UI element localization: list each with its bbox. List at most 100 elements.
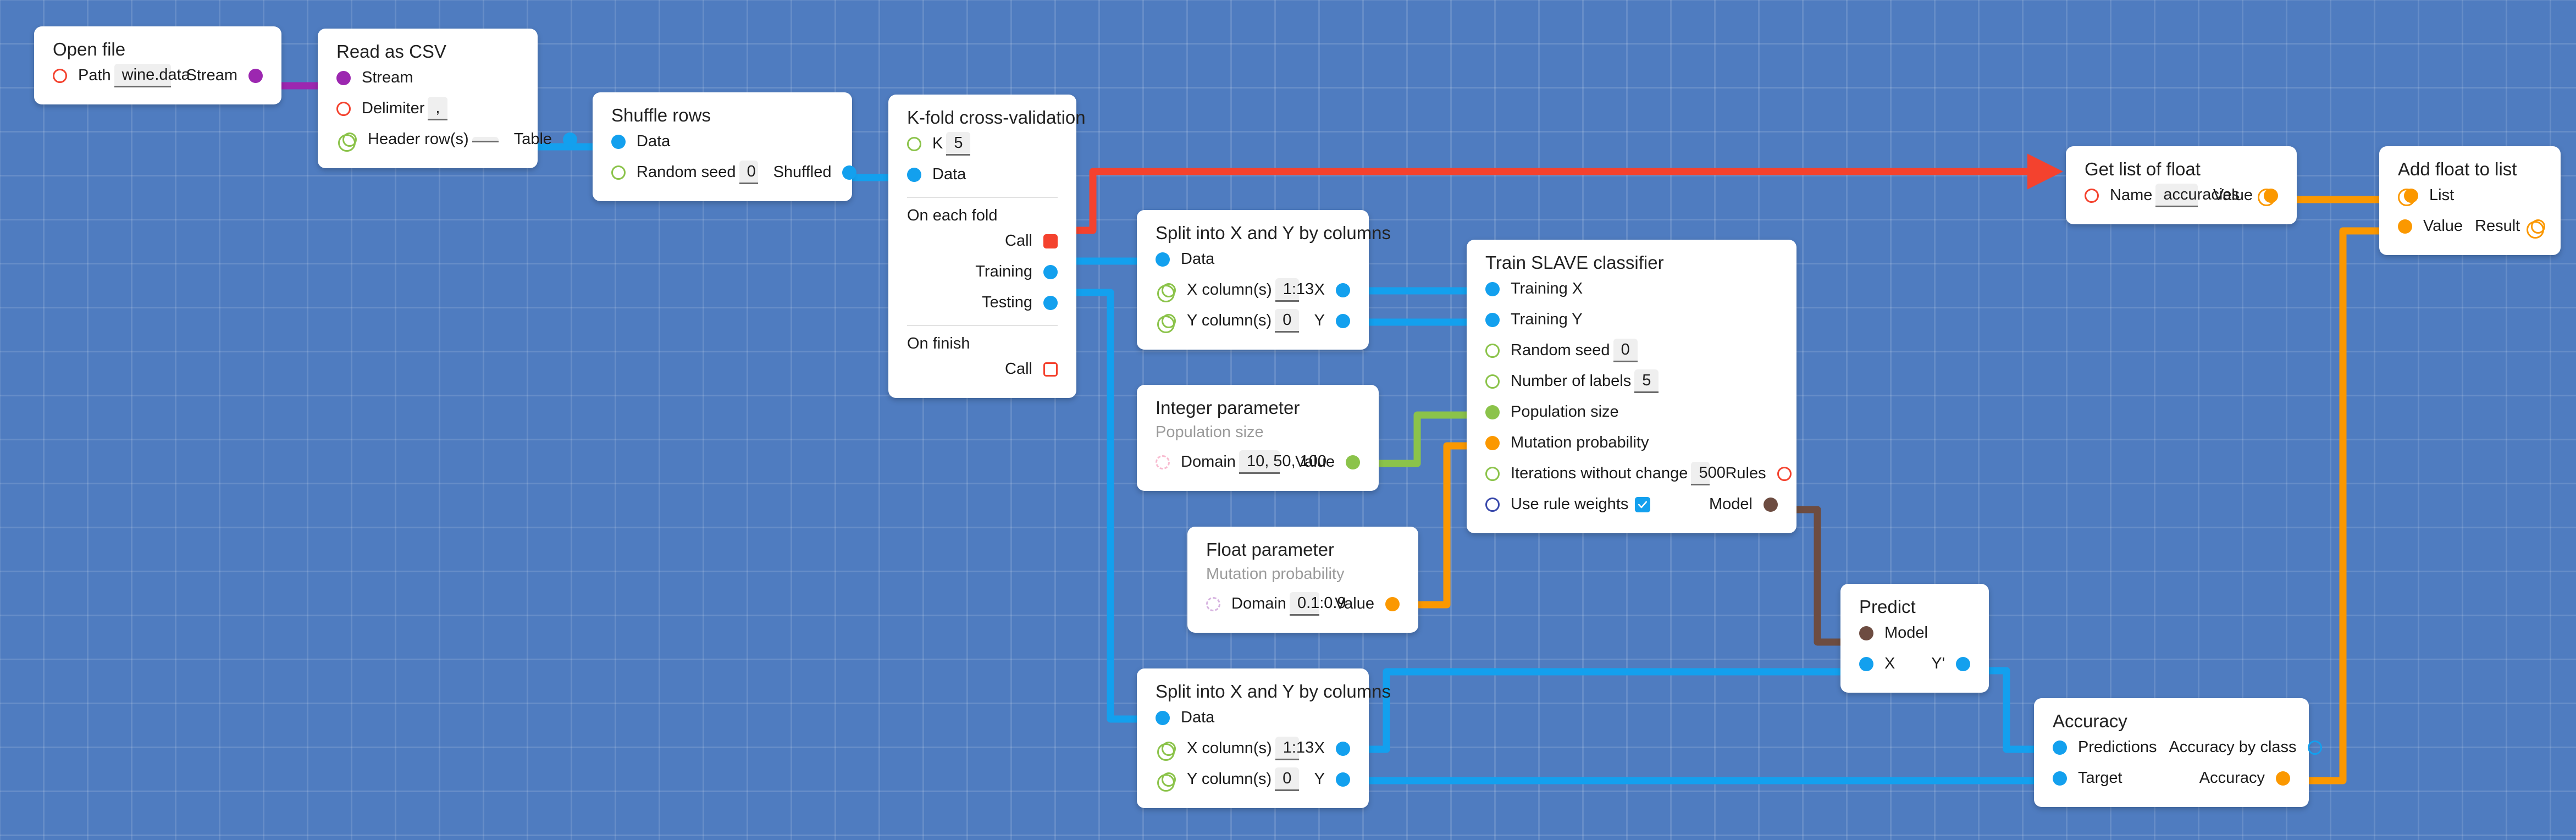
path-input-port[interactable] xyxy=(53,68,67,83)
domain-input[interactable]: 10, 50, 100 xyxy=(1239,450,1326,474)
population-size-input-port[interactable] xyxy=(1485,405,1500,419)
port-row-testing[interactable]: Testing xyxy=(888,288,1076,318)
y-columns-input-port[interactable] xyxy=(1157,313,1176,333)
path-input[interactable]: wine.data xyxy=(114,63,190,88)
y-output-port[interactable] xyxy=(1336,772,1350,787)
finish-call-output-port[interactable] xyxy=(1043,362,1058,377)
port-row-use-rule-weights[interactable]: Use rule weights Model xyxy=(1467,489,1796,520)
port-row-number-of-labels[interactable]: Number of labels 5 xyxy=(1467,366,1796,397)
port-row-data[interactable]: Data xyxy=(593,126,852,157)
iterations-input-port[interactable] xyxy=(1485,466,1500,481)
port-row-x-columns[interactable]: X column(s) 1:13 X xyxy=(1137,733,1369,764)
data-input-port[interactable] xyxy=(611,134,626,149)
port-row-domain[interactable]: Domain 0.1:0.9 Value xyxy=(1187,589,1418,620)
x-columns-input-port[interactable] xyxy=(1157,283,1176,302)
port-row-y-columns[interactable]: Y column(s) 0 Y xyxy=(1137,764,1369,795)
model-input-port[interactable] xyxy=(1859,626,1873,640)
port-row-x-columns[interactable]: X column(s) 1:13 X xyxy=(1137,275,1369,306)
y-output-port[interactable] xyxy=(1336,313,1350,328)
node-kfold-cross-validation[interactable]: K-fold cross-validation K 5 Data On each… xyxy=(888,95,1086,398)
port-row-domain[interactable]: Domain 10, 50, 100 Value xyxy=(1137,447,1379,478)
port-row-path[interactable]: Path wine.data Stream xyxy=(34,60,281,91)
shuffled-output-port[interactable] xyxy=(842,165,857,180)
random-seed-input[interactable]: 0 xyxy=(1613,338,1638,363)
accuracy-by-class-output-port[interactable] xyxy=(2307,740,2322,755)
table-output-port[interactable] xyxy=(563,132,578,147)
stream-input-port[interactable] xyxy=(336,70,351,85)
port-row-data[interactable]: Data xyxy=(1137,244,1369,275)
port-row-data[interactable]: Data xyxy=(888,159,1076,190)
header-input-port[interactable] xyxy=(338,132,357,152)
node-split-xy-top[interactable]: Split into X and Y by columns Data X col… xyxy=(1137,210,1391,350)
node-float-parameter[interactable]: Float parameter Mutation probability Dom… xyxy=(1187,527,1418,633)
port-row-model[interactable]: Model xyxy=(1840,618,1989,649)
port-row-value[interactable]: Value Result xyxy=(2379,211,2561,242)
port-row-k[interactable]: K 5 xyxy=(888,129,1076,159)
model-output-port[interactable] xyxy=(1764,497,1778,512)
port-row-predictions[interactable]: Predictions Accuracy by class xyxy=(2034,732,2322,763)
port-row-data[interactable]: Data xyxy=(1137,703,1369,733)
iterations-input[interactable]: 500 xyxy=(1691,461,1726,486)
delimiter-input[interactable]: , xyxy=(428,96,448,121)
value-output-port[interactable] xyxy=(1346,455,1360,469)
stream-output-port[interactable] xyxy=(248,68,263,83)
random-seed-input[interactable]: 0 xyxy=(739,160,758,185)
port-row-target[interactable]: Target Accuracy xyxy=(2034,763,2309,794)
port-row-mutation-probability[interactable]: Mutation probability xyxy=(1467,428,1796,458)
y-columns-input[interactable]: 0 xyxy=(1275,308,1299,333)
graph-canvas[interactable]: Open file Path wine.data Stream Read as … xyxy=(0,0,2576,840)
value-output-port[interactable] xyxy=(2258,188,2278,206)
port-row-x[interactable]: X Y' xyxy=(1840,649,1989,679)
node-shuffle-rows[interactable]: Shuffle rows Data Random seed 0 Shuffled xyxy=(593,92,857,201)
node-accuracy[interactable]: Accuracy Predictions Accuracy by class T… xyxy=(2034,698,2322,807)
k-input-port[interactable] xyxy=(907,136,921,151)
y-columns-input-port[interactable] xyxy=(1157,772,1176,792)
x-output-port[interactable] xyxy=(1336,283,1350,297)
port-row-y-columns[interactable]: Y column(s) 0 Y xyxy=(1137,306,1369,336)
accuracy-output-port[interactable] xyxy=(2276,771,2290,786)
random-seed-input-port[interactable] xyxy=(611,165,626,180)
x-output-port[interactable] xyxy=(1336,741,1350,756)
use-rule-weights-checkbox[interactable] xyxy=(1635,496,1651,512)
node-add-float-to-list[interactable]: Add float to list List Value Result xyxy=(2379,146,2561,255)
name-input[interactable]: accuracies xyxy=(2155,183,2240,208)
rules-output-port[interactable] xyxy=(1777,466,1792,481)
port-row-population-size[interactable]: Population size xyxy=(1467,397,1796,428)
port-row-call[interactable]: Call xyxy=(888,226,1076,257)
use-rule-weights-input-port[interactable] xyxy=(1485,497,1500,512)
domain-input[interactable]: 0.1:0.9 xyxy=(1289,592,1346,616)
x-input-port[interactable] xyxy=(1859,656,1873,671)
y-columns-input[interactable]: 0 xyxy=(1275,767,1299,792)
mutation-probability-input-port[interactable] xyxy=(1485,435,1500,450)
port-row-delimiter[interactable]: Delimiter , xyxy=(318,93,538,124)
port-row-iterations[interactable]: Iterations without change 500 Rules xyxy=(1467,458,1796,489)
port-row-random-seed[interactable]: Random seed 0 xyxy=(1467,335,1796,366)
call-output-port[interactable] xyxy=(1043,234,1058,248)
node-train-slave-classifier[interactable]: Train SLAVE classifier Training X Traini… xyxy=(1467,240,1796,533)
x-columns-input[interactable]: 1:13 xyxy=(1275,278,1314,302)
data-input-port[interactable] xyxy=(907,167,921,182)
value-input-port[interactable] xyxy=(2398,219,2412,234)
data-input-port[interactable] xyxy=(1156,710,1170,725)
x-columns-input[interactable]: 1:13 xyxy=(1275,736,1314,761)
node-open-file[interactable]: Open file Path wine.data Stream xyxy=(34,26,281,104)
domain-input-port[interactable] xyxy=(1206,596,1220,611)
node-predict[interactable]: Predict Model X Y' xyxy=(1840,584,1989,693)
x-columns-input-port[interactable] xyxy=(1157,741,1176,761)
k-input[interactable]: 5 xyxy=(946,131,971,156)
y-output-port[interactable] xyxy=(1956,656,1970,671)
number-of-labels-input-port[interactable] xyxy=(1485,374,1500,389)
port-row-random-seed[interactable]: Random seed 0 Shuffled xyxy=(593,157,857,188)
delimiter-input-port[interactable] xyxy=(336,101,351,116)
port-row-stream[interactable]: Stream xyxy=(318,63,538,93)
port-row-header[interactable]: Header row(s) Table xyxy=(318,124,578,155)
node-integer-parameter[interactable]: Integer parameter Population size Domain… xyxy=(1137,385,1379,491)
node-read-as-csv[interactable]: Read as CSV Stream Delimiter , Header ro… xyxy=(318,29,578,168)
value-output-port[interactable] xyxy=(1385,596,1400,611)
list-input-port[interactable] xyxy=(2398,188,2418,206)
port-row-list[interactable]: List xyxy=(2379,180,2561,211)
node-split-xy-bottom[interactable]: Split into X and Y by columns Data X col… xyxy=(1137,668,1391,808)
domain-input-port[interactable] xyxy=(1156,455,1170,469)
port-row-training[interactable]: Training xyxy=(888,257,1076,288)
result-output-port[interactable] xyxy=(2527,219,2546,239)
